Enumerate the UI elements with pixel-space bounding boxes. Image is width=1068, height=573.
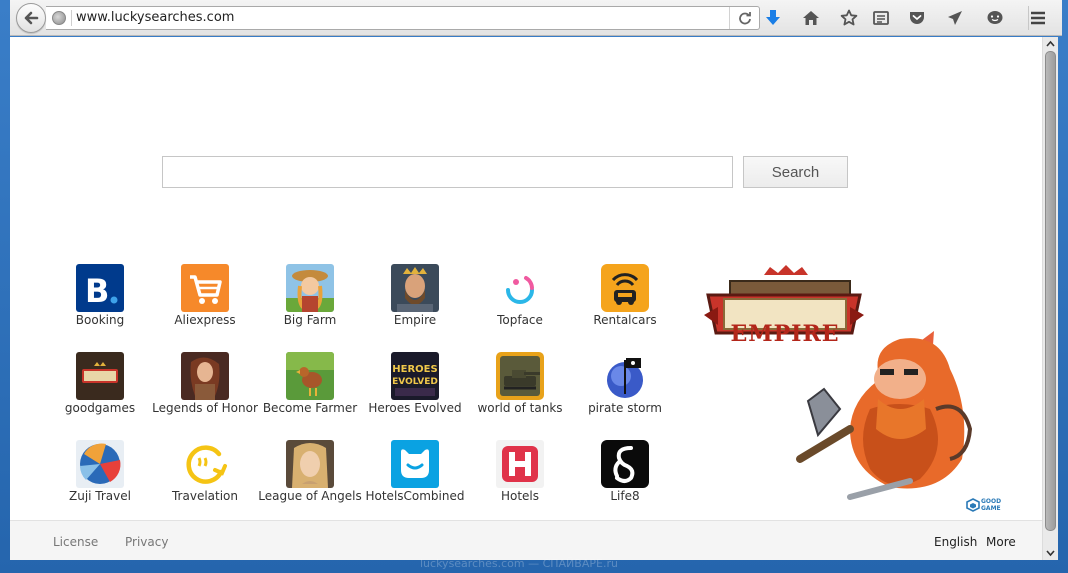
world-of-tanks-icon [496, 352, 544, 400]
goodgame-brand-mark: GOOD GAME [966, 497, 1006, 515]
back-icon [24, 11, 39, 25]
pocket-icon[interactable] [908, 9, 926, 27]
scroll-down-icon[interactable] [1043, 546, 1058, 560]
tile-label: Rentalcars [593, 313, 657, 327]
legends-of-honor-icon [181, 352, 229, 400]
reload-icon [739, 12, 751, 25]
booking-icon: B [76, 264, 124, 312]
page-content: Search B Booking Aliexpress Big Farm Emp… [10, 37, 1042, 560]
league-of-angels-icon [286, 440, 334, 488]
svg-text:HEROES: HEROES [392, 364, 437, 375]
goodgames-icon [76, 352, 124, 400]
bigfarm-icon [286, 264, 334, 312]
tile-legends-of-honor[interactable]: Legends of Honor [150, 352, 260, 422]
tile-league-of-angels[interactable]: League of Angels [255, 440, 365, 510]
page-footer: License Privacy English More [10, 520, 1042, 560]
heroes-evolved-icon: HEROES EVOLVED [391, 352, 439, 400]
search-button[interactable]: Search [743, 156, 848, 188]
url-text[interactable]: www.luckysearches.com [76, 10, 234, 25]
promo-logo-main: EMPIRE [730, 321, 840, 347]
tile-life8[interactable]: Life8 [570, 440, 680, 510]
globe-icon [52, 11, 66, 25]
tile-travelation[interactable]: Travelation [150, 440, 260, 510]
tile-aliexpress[interactable]: Aliexpress [150, 264, 260, 334]
tile-zuji-travel[interactable]: Zuji Travel [45, 440, 155, 510]
license-link[interactable]: License [53, 535, 98, 549]
search-input[interactable] [162, 156, 733, 188]
tile-empire[interactable]: Empire [360, 264, 470, 334]
tile-goodgames[interactable]: goodgames [45, 352, 155, 422]
language-link[interactable]: English [934, 535, 977, 549]
rentalcars-icon [601, 264, 649, 312]
privacy-link[interactable]: Privacy [125, 535, 168, 549]
menu-icon[interactable] [1029, 9, 1047, 27]
home-icon[interactable] [802, 9, 820, 27]
scroll-up-icon[interactable] [1043, 37, 1058, 51]
tile-world-of-tanks[interactable]: world of tanks [465, 352, 575, 422]
download-icon[interactable] [764, 9, 782, 27]
tile-big-farm[interactable]: Big Farm [255, 264, 365, 334]
reload-button[interactable] [729, 7, 759, 29]
life8-icon [601, 440, 649, 488]
back-button[interactable] [16, 3, 46, 33]
tile-heroes-evolved[interactable]: HEROES EVOLVED Heroes Evolved [360, 352, 470, 422]
become-farmer-icon [286, 352, 334, 400]
reading-list-icon[interactable] [872, 9, 890, 27]
tile-rentalcars[interactable]: Rentalcars [570, 264, 680, 334]
tile-pirate-storm[interactable]: pirate storm [570, 352, 680, 422]
tile-become-farmer[interactable]: Become Farmer [255, 352, 365, 422]
bookmark-star-icon[interactable] [840, 9, 858, 27]
goodgame-cube-icon [966, 498, 980, 512]
page-scrollbar[interactable] [1042, 37, 1058, 560]
watermark-text: luckysearches.com — СПАЙВАРЕ.ru [420, 557, 618, 570]
tile-label: pirate storm [588, 401, 662, 415]
browser-toolbar: www.luckysearches.com [10, 0, 1062, 36]
tile-hotelscombined[interactable]: HotelsCombined [360, 440, 470, 510]
send-icon[interactable] [946, 9, 964, 27]
chat-icon[interactable] [986, 9, 1004, 27]
hotels-icon [496, 440, 544, 488]
svg-text:EVOLVED: EVOLVED [392, 377, 438, 387]
topface-icon [496, 264, 544, 312]
hotelscombined-icon [391, 440, 439, 488]
empire-king-icon [391, 264, 439, 312]
tile-topface[interactable]: Topface [465, 264, 575, 334]
address-bar[interactable]: www.luckysearches.com [46, 6, 760, 30]
pirate-storm-icon [601, 352, 649, 400]
scroll-thumb[interactable] [1045, 51, 1056, 531]
more-link[interactable]: More [986, 535, 1016, 549]
tile-booking[interactable]: B Booking [45, 264, 155, 334]
travelation-icon [181, 440, 229, 488]
zuji-travel-icon [76, 440, 124, 488]
aliexpress-cart-icon [181, 264, 229, 312]
empire-warrior-illustration [704, 265, 973, 500]
goodgame-empire-banner[interactable]: GOODGAME EMPIRE [700, 259, 980, 509]
tile-hotels[interactable]: Hotels [465, 440, 575, 510]
promo-logo-top: GOODGAME [753, 303, 817, 313]
tile-label: Life8 [610, 489, 640, 503]
svg-text:B: B [85, 272, 109, 310]
goodgame-brand-text: GOOD GAME [981, 498, 1002, 512]
url-separator [71, 10, 72, 26]
